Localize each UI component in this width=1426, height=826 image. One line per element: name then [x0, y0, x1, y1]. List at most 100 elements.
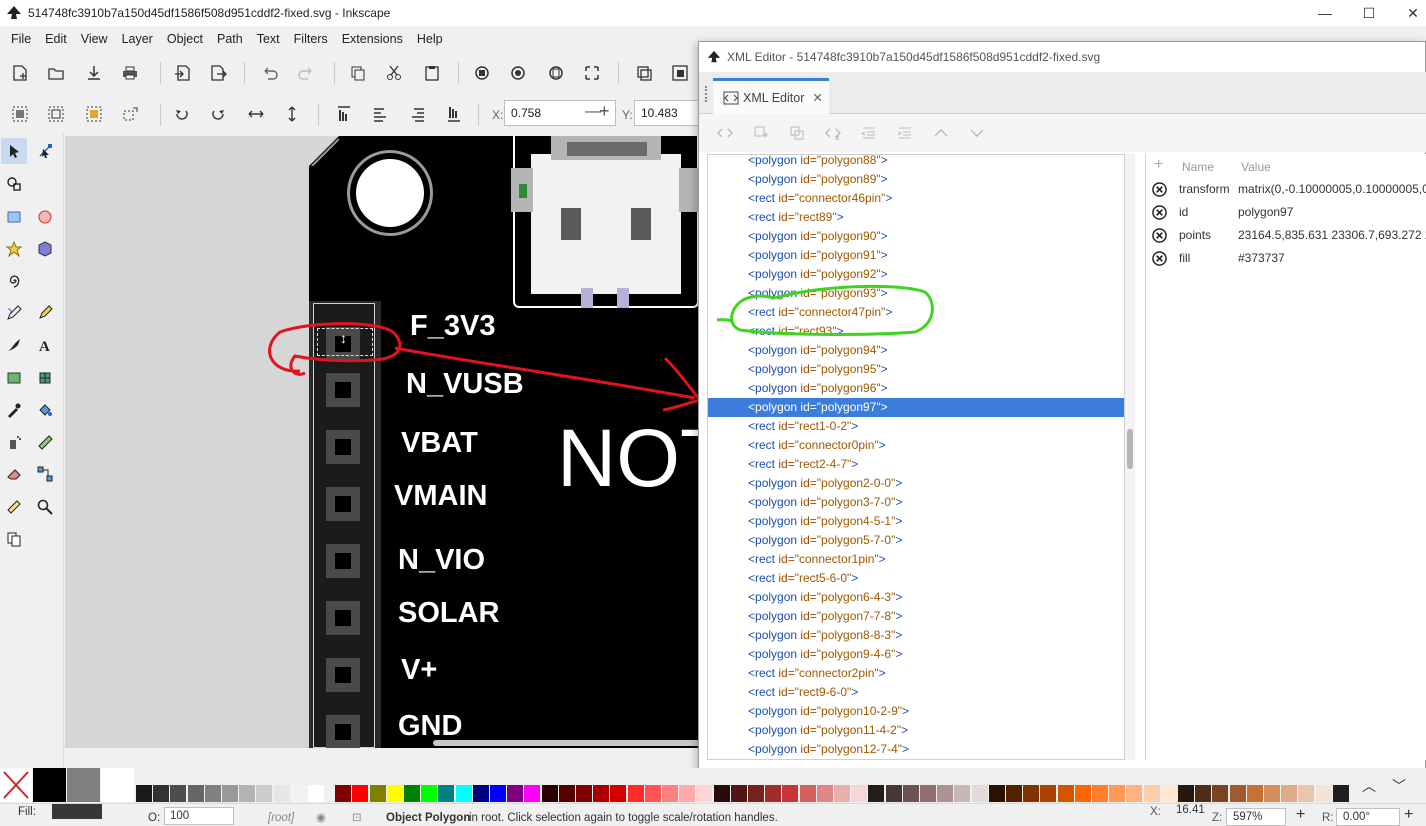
select-all-icon[interactable] [8, 102, 32, 126]
export-icon[interactable] [206, 61, 230, 85]
zoom-increment-icon[interactable]: + [1296, 806, 1305, 824]
zoom-tool-icon[interactable] [32, 494, 58, 520]
xml-node-row[interactable]: <polygon id="polygon3-7-0"> [708, 493, 1124, 512]
palette-swatch[interactable] [696, 785, 713, 802]
tab-grip-icon[interactable] [705, 86, 708, 102]
fill-indicator[interactable] [52, 804, 102, 819]
xml-node-row[interactable]: <polygon id="polygon8-8-3"> [708, 626, 1124, 645]
menu-file[interactable]: File [4, 32, 38, 46]
palette-swatch[interactable] [490, 785, 506, 802]
palette-swatch[interactable] [204, 785, 221, 802]
palette-swatch[interactable] [1298, 785, 1315, 802]
tab-close-icon[interactable]: ✕ [812, 90, 822, 105]
palette-swatch[interactable] [1281, 785, 1298, 802]
ruler-tool-icon[interactable] [1, 494, 27, 520]
paint-bucket-tool-icon[interactable] [32, 397, 58, 423]
rotation-field[interactable]: 0.00° [1336, 808, 1400, 826]
no-paint-icon[interactable] [0, 768, 32, 802]
zoom-page-width-icon[interactable] [580, 61, 604, 85]
palette-swatch[interactable] [1264, 785, 1280, 802]
xml-node-row[interactable]: <polygon id="polygon10-2-9"> [708, 702, 1124, 721]
palette-swatch[interactable] [438, 785, 455, 802]
rectangle-tool-icon[interactable] [1, 204, 27, 230]
node-tree-scroll-thumb[interactable] [1127, 429, 1133, 469]
palette-swatch[interactable] [1315, 785, 1332, 802]
xml-node-row[interactable]: <polygon id="polygon11-4-2"> [708, 721, 1124, 740]
palette-swatch[interactable] [662, 785, 678, 802]
palette-swatch[interactable] [153, 785, 170, 802]
palette-swatch[interactable] [799, 785, 816, 802]
palette-swatch[interactable] [868, 785, 885, 802]
palette-swatch[interactable] [507, 785, 524, 802]
print-icon[interactable] [118, 61, 142, 85]
calligraphy-tool-icon[interactable] [1, 332, 27, 358]
palette-swatch[interactable] [1057, 785, 1074, 802]
xml-node-row[interactable]: <rect id="rect9-6-0"> [708, 683, 1124, 702]
palette-swatch[interactable] [971, 785, 988, 802]
palette-swatch[interactable] [885, 785, 902, 802]
ellipse-tool-icon[interactable] [32, 204, 58, 230]
attribute-value[interactable]: 23164.5,835.631 23306.7,693.272 2330 [1238, 224, 1426, 247]
palette-swatch[interactable] [627, 785, 644, 802]
new-element-node-icon[interactable] [713, 121, 737, 145]
swatch-gray[interactable] [67, 768, 100, 802]
palette-swatch[interactable] [1092, 785, 1108, 802]
palette-swatch[interactable] [730, 785, 747, 802]
rotation-increment-icon[interactable]: + [1404, 806, 1413, 824]
palette-swatch[interactable] [1229, 785, 1246, 802]
xml-node-selected[interactable]: <polygon id="polygon97"> [708, 398, 1124, 417]
xml-node-row[interactable]: <rect id="connector46pin"> [708, 189, 1124, 208]
mesh-tool-icon[interactable] [32, 365, 58, 391]
palette-scroll-up-icon[interactable]: ︿ [1362, 776, 1376, 796]
xml-node-row[interactable]: <rect id="rect1-0-2"> [708, 417, 1124, 436]
palette-swatch[interactable] [404, 785, 420, 802]
connector-tool-icon[interactable] [32, 461, 58, 487]
attribute-row[interactable]: points 23164.5,835.631 23306.7,693.272 23… [1146, 224, 1426, 247]
canvas-scrollbar[interactable] [433, 740, 701, 746]
xml-node-row[interactable]: <polygon id="polygon2-0-0"> [708, 474, 1124, 493]
attribute-row[interactable]: fill #373737 [1146, 247, 1426, 270]
copy-icon[interactable] [346, 61, 370, 85]
attribute-row[interactable]: transform matrix(0,-0.10000005,0.10000005… [1146, 178, 1426, 201]
palette-swatch[interactable] [170, 785, 187, 802]
spiral-tool-icon[interactable] [1, 268, 27, 294]
save-download-icon[interactable] [82, 61, 106, 85]
menu-path[interactable]: Path [210, 32, 250, 46]
maximize-button[interactable]: ☐ [1346, 0, 1392, 26]
menu-view[interactable]: View [74, 32, 115, 46]
xml-node-row[interactable]: <polygon id="polygon6-4-3"> [708, 588, 1124, 607]
palette-swatch[interactable] [455, 785, 472, 802]
palette-swatch[interactable] [782, 785, 799, 802]
palette-swatch[interactable] [421, 785, 438, 802]
zoom-drawing-icon[interactable] [506, 61, 530, 85]
duplicate-icon[interactable] [632, 61, 656, 85]
unindent-node-icon[interactable] [857, 121, 881, 145]
palette-swatch[interactable] [1006, 785, 1022, 802]
palette-swatch[interactable] [988, 785, 1005, 802]
palette-swatch[interactable] [679, 785, 696, 802]
swatch-white[interactable] [101, 768, 134, 802]
palette-swatch[interactable] [1074, 785, 1091, 802]
pen-tool-icon[interactable] [32, 300, 58, 326]
xml-node-row[interactable]: <rect id="connector1pin"> [708, 550, 1124, 569]
palette-swatch[interactable] [902, 785, 919, 802]
tab-xml-editor[interactable]: XML Editor ✕ [713, 78, 829, 114]
dropper-tool-icon[interactable] [1, 397, 27, 423]
palette-swatch[interactable] [472, 785, 489, 802]
palette-swatch[interactable] [954, 785, 971, 802]
palette-swatch[interactable] [273, 785, 290, 802]
xml-node-row[interactable]: <polygon id="polygon94"> [708, 341, 1124, 360]
palette-swatch[interactable] [765, 785, 782, 802]
palette-swatch[interactable] [524, 785, 541, 802]
flip-vertical-icon[interactable] [280, 102, 304, 126]
indent-node-icon[interactable] [893, 121, 917, 145]
lower-node-icon[interactable] [965, 121, 989, 145]
lower-icon[interactable] [406, 102, 430, 126]
palette-swatch[interactable] [239, 785, 256, 802]
palette-swatch[interactable] [308, 785, 324, 802]
palette-swatch[interactable] [920, 785, 936, 802]
palette-swatch[interactable] [187, 785, 204, 802]
x-coordinate-field[interactable]: 0.758 — + [504, 100, 616, 126]
xml-node-row[interactable]: <polygon id="polygon89"> [708, 170, 1124, 189]
menu-edit[interactable]: Edit [38, 32, 74, 46]
